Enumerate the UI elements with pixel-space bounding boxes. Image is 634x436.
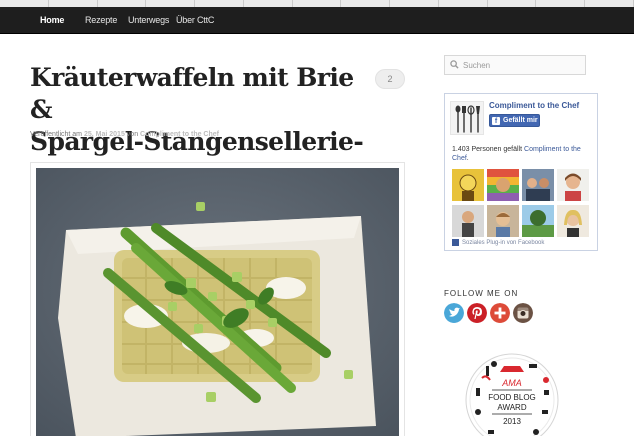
instagram-icon[interactable]	[513, 303, 533, 323]
facebook-icon: f	[492, 117, 500, 125]
fan-avatar[interactable]	[452, 205, 484, 237]
search-input[interactable]: Suchen	[444, 55, 586, 75]
fb-plugin-note[interactable]: Soziales Plug-in von Facebook	[452, 239, 544, 246]
award-ama: AMA	[501, 378, 522, 388]
page: Home Rezepte Unterwegs Über CttC Kräuter…	[0, 0, 634, 436]
fan-avatar[interactable]	[522, 205, 554, 237]
nav-unterwegs[interactable]: Unterwegs	[128, 15, 169, 25]
meta-by: von	[126, 131, 139, 138]
google-plus-icon[interactable]	[490, 303, 510, 323]
award-award: AWARD	[497, 403, 526, 412]
nav-ueber-cttc[interactable]: Über CttC	[176, 15, 214, 25]
post-author-link[interactable]: Compliment to the Chef	[140, 131, 219, 138]
post-image[interactable]	[36, 168, 399, 436]
kitchen-utensils-icon	[455, 105, 480, 133]
waffle-asparagus-photo	[36, 168, 399, 436]
post-title-line-1: Kräuterwaffeln mit Brie &	[30, 63, 354, 124]
top-strip	[0, 0, 634, 7]
fb-page-name-link[interactable]: Compliment to the Chef	[489, 101, 579, 110]
fb-like-count: 1.403 Personen gefällt Compliment to the…	[452, 145, 592, 163]
search-icon	[450, 60, 459, 69]
fb-count-suffix: .	[466, 155, 469, 162]
search-placeholder: Suchen	[463, 61, 491, 70]
facebook-like-box: Compliment to the Chef f Gefällt mir 1.4…	[444, 93, 598, 251]
fb-plugin-text: Soziales Plug-in von Facebook	[462, 240, 545, 247]
fan-avatar[interactable]	[487, 169, 519, 201]
follow-me-heading: FOLLOW ME ON	[444, 289, 519, 298]
fb-count-text: 1.403 Personen gefällt	[452, 146, 523, 153]
nav-rezepte[interactable]: Rezepte	[85, 15, 117, 25]
fan-avatar[interactable]	[522, 169, 554, 201]
fb-fans-grid	[452, 169, 592, 237]
fan-avatar[interactable]	[557, 205, 589, 237]
main-nav: Home Rezepte Unterwegs Über CttC	[0, 7, 634, 34]
facebook-small-icon	[452, 239, 459, 246]
fb-like-button[interactable]: f Gefällt mir	[489, 114, 540, 127]
award-food-blog: FOOD BLOG	[488, 393, 536, 402]
fan-avatar[interactable]	[557, 169, 589, 201]
pinterest-icon[interactable]	[467, 303, 487, 323]
award-year: 2013	[503, 417, 521, 426]
meta-prefix: Veröffentlicht am	[30, 131, 83, 138]
post-date-link[interactable]: 25. Mai 2015	[84, 131, 125, 138]
fan-avatar[interactable]	[452, 169, 484, 201]
twitter-icon[interactable]	[444, 303, 464, 323]
food-blog-award-badge[interactable]: AMA FOOD BLOG AWARD 2013	[464, 352, 560, 436]
fb-like-label: Gefällt mir	[503, 117, 538, 124]
fan-avatar[interactable]	[487, 205, 519, 237]
nav-home[interactable]: Home	[40, 15, 64, 25]
post-meta: Veröffentlicht am 25. Mai 2015 von Compl…	[30, 131, 219, 138]
comment-count-bubble[interactable]: 2	[375, 69, 405, 89]
fb-page-thumbnail[interactable]	[450, 101, 484, 135]
